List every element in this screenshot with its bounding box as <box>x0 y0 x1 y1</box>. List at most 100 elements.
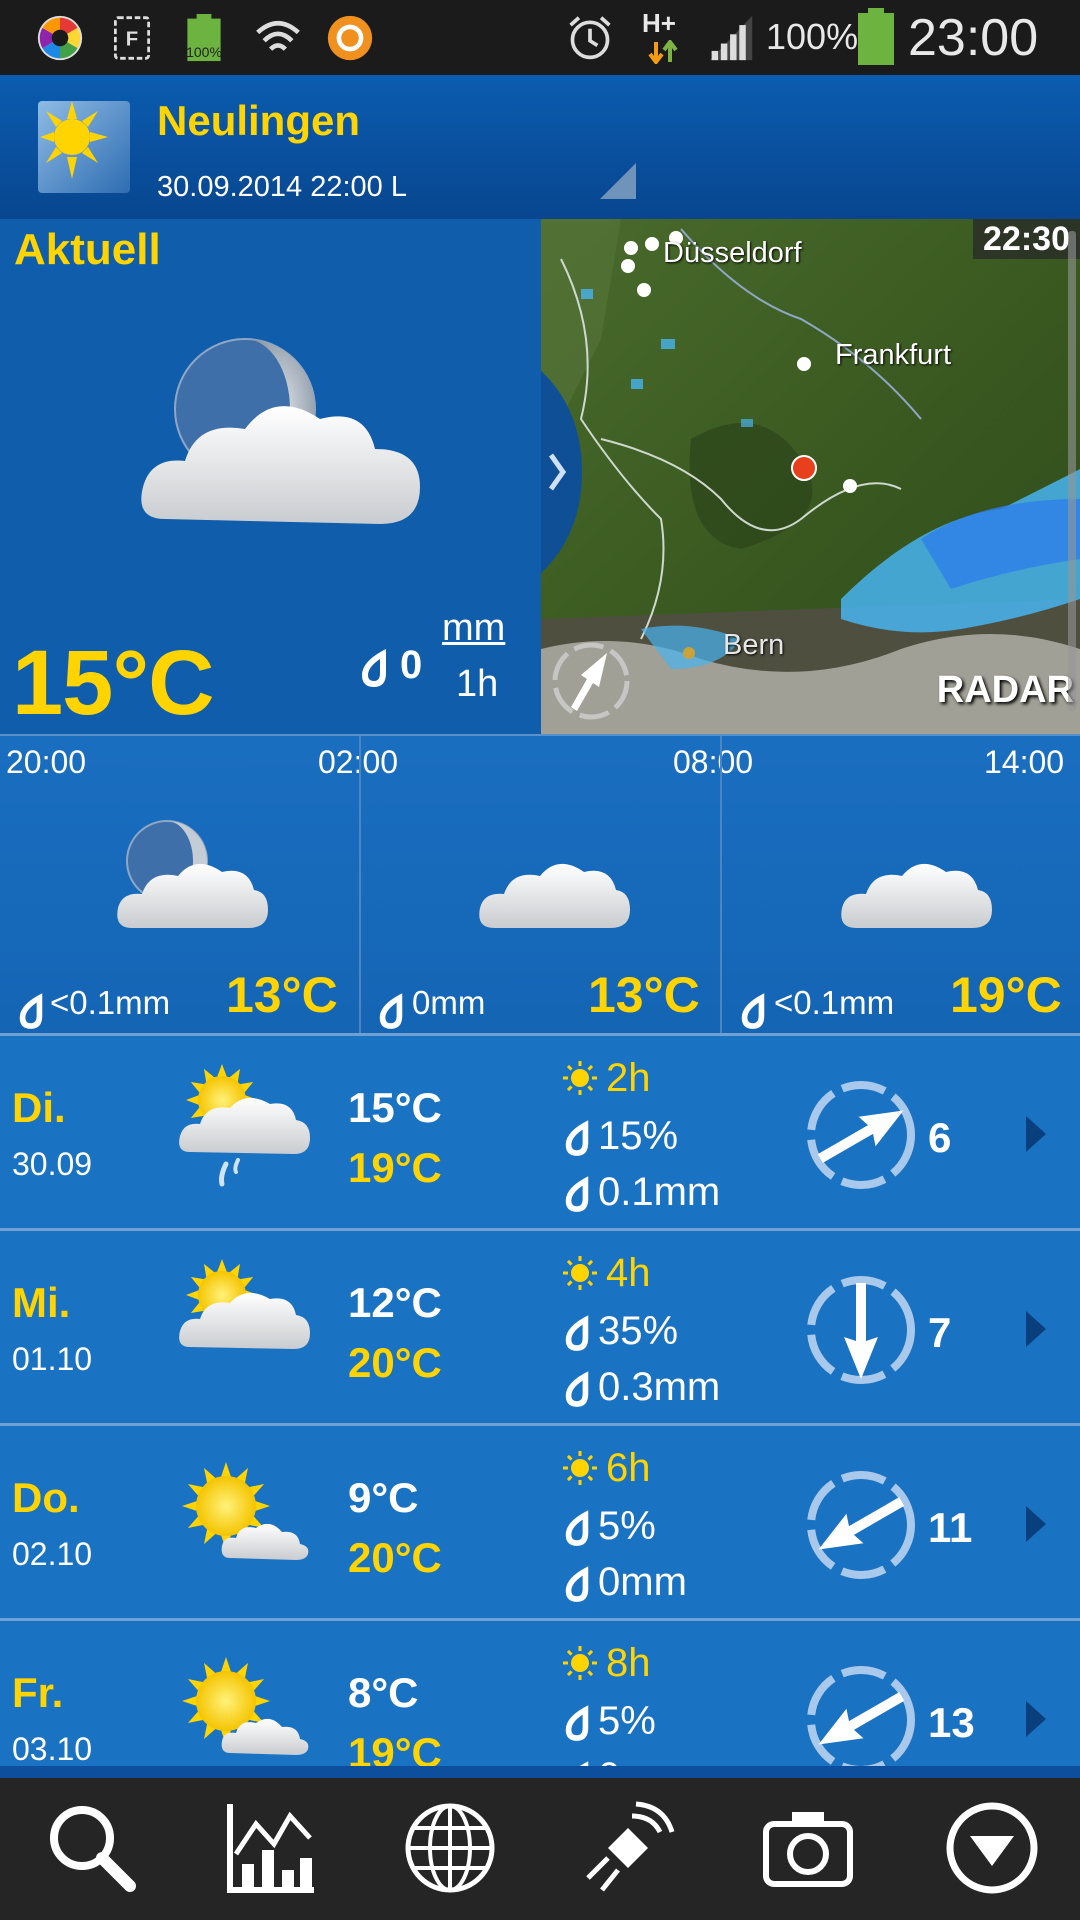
day-date: 02.10 <box>12 1536 93 1572</box>
rain-drop-icon <box>565 1315 589 1351</box>
chevron-right-icon[interactable] <box>1026 1116 1046 1152</box>
current-precip-value: 0 <box>400 643 423 687</box>
location-name: Neulingen <box>157 97 361 144</box>
wind-direction-icon <box>807 1081 915 1189</box>
city-dot <box>645 237 659 251</box>
cloud-icon <box>841 863 992 928</box>
rain-drop-icon <box>379 993 403 1029</box>
current-weather-panel[interactable]: Aktuell 15°C 0 mm 1h <box>0 219 541 734</box>
day-rain-amount: 0.1mm <box>598 1170 721 1214</box>
search-icon[interactable] <box>42 1798 142 1898</box>
day-rain-probability: 5% <box>598 1504 656 1548</box>
battery-icon <box>858 8 894 65</box>
day-temp-min: 12°C <box>348 1279 442 1326</box>
rain-drop-icon <box>565 1120 589 1156</box>
city-dot <box>843 479 857 493</box>
hour-temp: 13°C <box>588 967 700 1023</box>
globe-icon[interactable] <box>400 1798 500 1898</box>
day-rain-probability: 5% <box>598 1699 656 1743</box>
status-bar: F 100% H+ 100% 23:00 <box>0 0 1080 75</box>
hour-label: 08:00 <box>673 744 754 780</box>
app-logo <box>38 101 130 193</box>
wind-direction-icon <box>807 1666 915 1766</box>
day-date: 30.09 <box>12 1146 93 1182</box>
hour-divider <box>720 736 722 1036</box>
day-sunshine: 8h <box>606 1641 651 1685</box>
clock: 23:00 <box>908 9 1039 67</box>
location-datetime: 30.09.2014 22:00 L <box>157 171 407 203</box>
hour-label: 20:00 <box>6 744 87 780</box>
hour-divider <box>359 736 361 1036</box>
rain-drop-icon <box>741 993 765 1029</box>
current-precip-unit: mm <box>442 607 506 649</box>
hour-precip: <0.1mm <box>774 984 895 1021</box>
day-temp-max: 20°C <box>348 1534 442 1581</box>
chart-icon[interactable] <box>220 1798 320 1898</box>
rain-drop-icon <box>362 649 386 687</box>
city-label-dusseldorf: Düsseldorf <box>663 237 802 269</box>
day-temp-max: 19°C <box>348 1144 442 1191</box>
sun-icon <box>40 101 108 179</box>
day-wind-speed: 13 <box>928 1699 975 1746</box>
day-sunshine: 4h <box>606 1251 651 1295</box>
day-name: Di. <box>12 1084 66 1131</box>
hour-label: 14:00 <box>984 744 1065 780</box>
rain-drop-icon <box>19 993 43 1029</box>
day-temp-max: 20°C <box>348 1339 442 1386</box>
location-header[interactable]: Neulingen 30.09.2014 22:00 L <box>0 75 1080 219</box>
day-date: 01.10 <box>12 1341 93 1377</box>
day-rain-amount: 0mm <box>598 1755 687 1766</box>
wind-direction-icon <box>807 1276 915 1384</box>
day-rain-amount: 0.3mm <box>598 1365 721 1409</box>
alarm-icon <box>569 16 611 60</box>
chevron-right-icon[interactable] <box>1026 1701 1046 1737</box>
day-wind-speed: 6 <box>928 1114 952 1161</box>
day-sunshine: 6h <box>606 1446 651 1490</box>
moon-cloud-icon <box>141 338 420 524</box>
day-row[interactable]: Do. 02.10 9°C 20°C 6h 5% 0mm 11 <box>0 1423 1080 1619</box>
chevron-right-icon[interactable] <box>1026 1311 1046 1347</box>
day-rain-amount: 0mm <box>598 1560 687 1604</box>
cloud-icon <box>479 863 630 928</box>
day-rain-probability: 15% <box>598 1114 679 1158</box>
svg-text:F: F <box>126 28 138 50</box>
camera-icon[interactable] <box>758 1798 858 1898</box>
rain-drop-icon <box>565 1510 589 1546</box>
day-row[interactable]: Mi. 01.10 12°C 20°C 4h 35% 0.3mm 7 <box>0 1228 1080 1424</box>
battery-app-label: 100% <box>186 44 222 60</box>
hour-temp: 13°C <box>226 967 338 1023</box>
dropdown-corner-icon[interactable] <box>600 163 636 199</box>
day-temp-min: 8°C <box>348 1669 419 1716</box>
wind-direction-icon <box>807 1471 915 1579</box>
f-app-icon: F <box>114 16 150 60</box>
menu-down-icon[interactable] <box>942 1798 1042 1898</box>
city-dot <box>797 357 811 371</box>
sun-cloud-icon <box>179 1259 310 1349</box>
rain-drop-icon <box>565 1176 589 1212</box>
day-sunshine: 2h <box>606 1056 651 1100</box>
bottom-nav-bar <box>0 1778 1080 1920</box>
city-dot <box>624 241 638 255</box>
moon-cloud-icon <box>117 820 268 928</box>
color-wheel-icon <box>37 15 83 61</box>
day-name: Fr. <box>12 1669 64 1716</box>
chevron-right-icon[interactable] <box>1026 1506 1046 1542</box>
day-row[interactable]: Di. 30.09 15°C 19°C 2h 15% 0.1mm 6 <box>0 1033 1080 1229</box>
satellite-icon[interactable] <box>578 1798 678 1898</box>
location-marker <box>791 455 817 481</box>
hour-precip: <0.1mm <box>50 984 171 1021</box>
radar-map[interactable]: Düsseldorf Frankfurt Bern 22:30 RADAR <box>541 219 1080 734</box>
hourly-forecast: 20:00 02:00 08:00 14:00 <0.1mm 13°C 0mm … <box>0 734 1080 1036</box>
expand-radar-handle[interactable] <box>541 367 587 577</box>
sun-small-icon <box>563 1646 597 1680</box>
sun-small-icon <box>563 1451 597 1485</box>
city-dot <box>683 647 695 659</box>
rain-drop-icon <box>565 1705 589 1741</box>
day-wind-speed: 11 <box>928 1504 973 1551</box>
day-row[interactable]: Fr. 03.10 8°C 19°C 8h 5% 13 <box>0 1618 1080 1766</box>
wind-compass-icon <box>552 642 630 720</box>
rain-drop-icon <box>565 1566 589 1602</box>
radar-label: RADAR <box>936 669 1074 711</box>
day-wind-speed: 7 <box>928 1309 952 1356</box>
day-date: 03.10 <box>12 1731 93 1766</box>
